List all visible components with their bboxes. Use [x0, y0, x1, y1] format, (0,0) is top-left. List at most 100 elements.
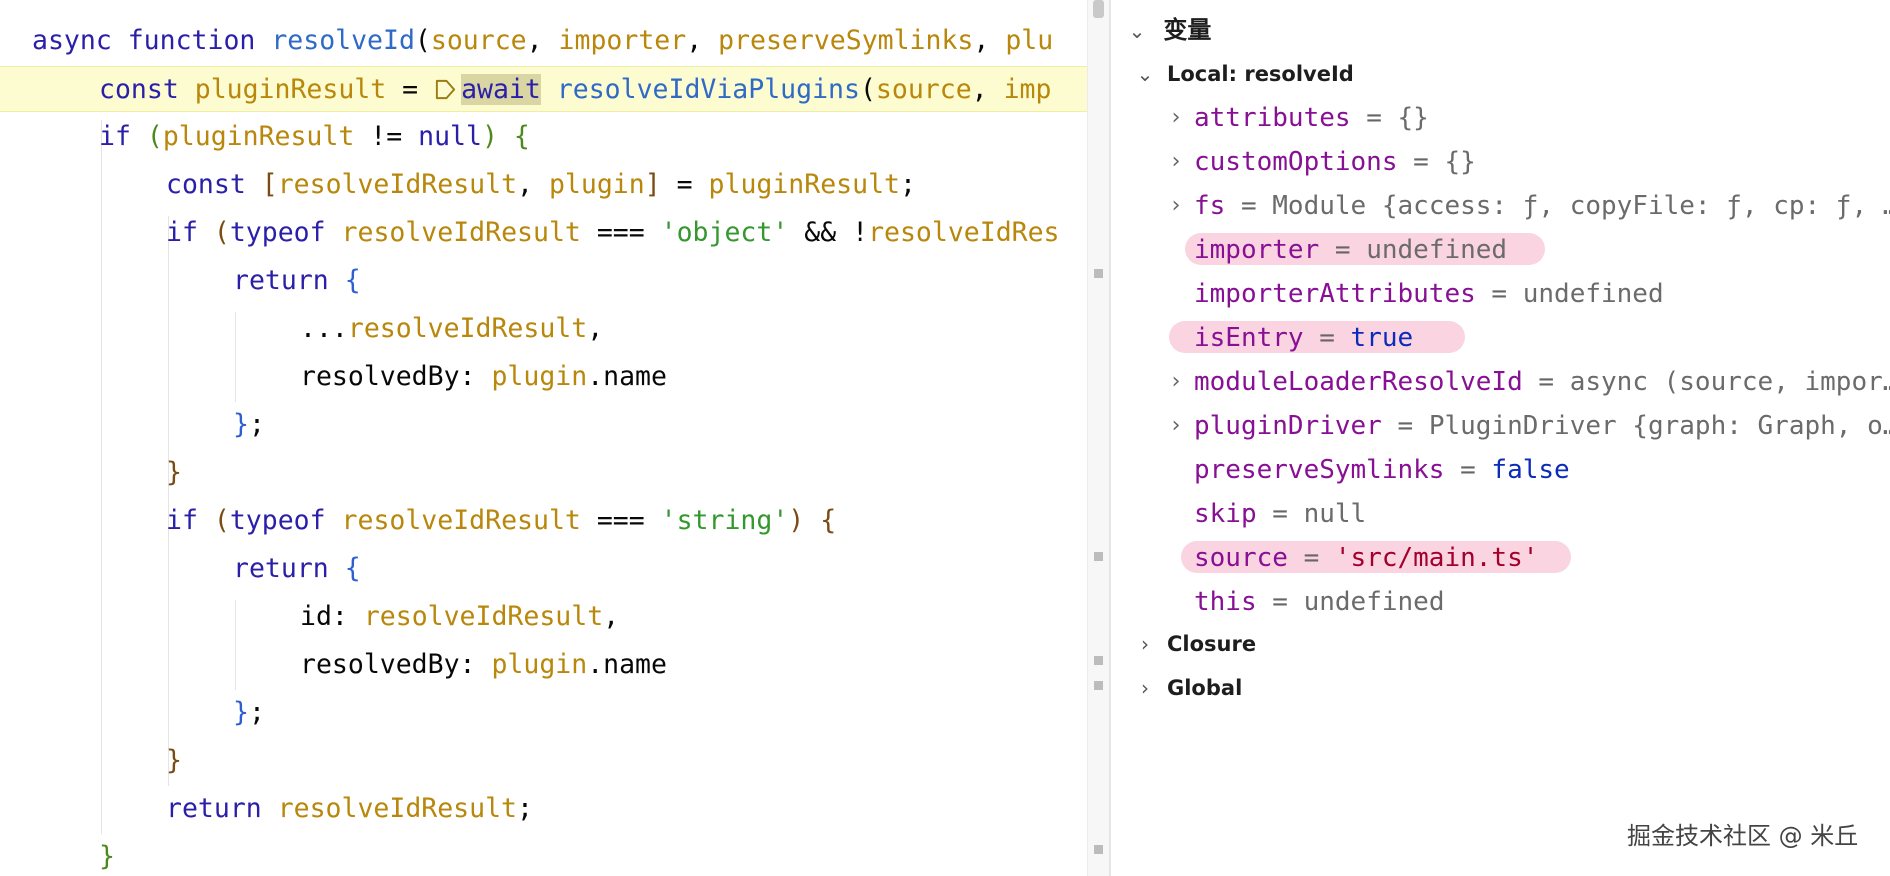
equals-sign: = [1475, 279, 1523, 309]
variable-row-customoptions[interactable]: › customOptions = {} [1172, 140, 1476, 184]
code-token: if [166, 505, 214, 536]
code-editor[interactable]: async function resolveId(source, importe… [0, 0, 1087, 876]
code-token: { [344, 265, 361, 296]
code-line[interactable]: } [0, 450, 1087, 496]
code-token: === [580, 505, 661, 536]
variable-row-importerattributes[interactable]: importerAttributes = undefined [1194, 272, 1664, 316]
code-token: resolveId [271, 25, 415, 56]
code-token: ; [248, 409, 265, 440]
code-line[interactable]: if (pluginResult != null) { [0, 114, 1087, 160]
variable-row-skip[interactable]: skip = null [1194, 492, 1366, 536]
chevron-right-icon[interactable]: › [1164, 360, 1188, 404]
code-token: typeof [229, 505, 342, 536]
code-token: ; [248, 697, 265, 728]
code-token: ( [414, 25, 431, 56]
code-token: } [166, 457, 182, 488]
code-token: resolveIdResult [363, 601, 604, 632]
variable-value: async (source, impor… [1569, 367, 1890, 397]
code-token: pluginResult [162, 121, 355, 152]
variable-row-plugindriver[interactable]: › pluginDriver = PluginDriver {graph: Gra… [1172, 404, 1890, 448]
code-token: != [354, 121, 419, 152]
variable-name: importerAttributes [1194, 279, 1476, 309]
code-line[interactable]: async function resolveId(source, importe… [0, 18, 1087, 64]
variables-header[interactable]: ⌄ 变量 [1125, 10, 1212, 51]
variable-value: undefined [1303, 587, 1445, 617]
scope-closure[interactable]: › Closure [1133, 622, 1256, 666]
code-token: return [233, 553, 345, 584]
code-token: && ! [788, 217, 869, 248]
code-line[interactable]: } [0, 834, 1087, 876]
code-token: await [461, 74, 541, 105]
chevron-right-icon[interactable]: › [1133, 666, 1157, 710]
editor-scroll-strip[interactable] [1087, 0, 1110, 876]
code-token: return [233, 265, 345, 296]
chevron-down-icon[interactable]: ⌄ [1125, 11, 1149, 51]
code-line[interactable]: }; [0, 402, 1087, 448]
chevron-down-icon[interactable]: ⌄ [1133, 52, 1157, 96]
code-line-current[interactable]: const pluginResult = await resolveIdViaP… [0, 66, 1087, 112]
variable-row-fs[interactable]: › fs = Module {access: ƒ, copyFile: ƒ, cp… [1172, 184, 1890, 228]
code-token: { [513, 121, 530, 152]
variable-row-preservesymlinks[interactable]: preserveSymlinks = false [1194, 448, 1570, 492]
code-token: async function [32, 25, 272, 56]
code-token: importer [558, 25, 687, 56]
code-text: async function resolveId(source, importe… [32, 18, 1053, 64]
code-token: 'string' [660, 505, 789, 536]
code-token: typeof [229, 217, 342, 248]
code-text: } [99, 834, 115, 876]
variable-row-importer[interactable]: importer = undefined [1194, 228, 1507, 272]
code-token: ( [213, 505, 230, 536]
code-token: plugin [491, 649, 588, 680]
code-line[interactable]: resolvedBy: plugin.name [0, 354, 1087, 400]
code-line[interactable]: const [resolveIdResult, plugin] = plugin… [0, 162, 1087, 208]
chevron-right-icon[interactable]: › [1133, 622, 1157, 666]
scroll-marker [1094, 656, 1103, 665]
variable-value: undefined [1522, 279, 1664, 309]
code-line[interactable]: resolvedBy: plugin.name [0, 642, 1087, 688]
code-line[interactable]: ...resolveIdResult, [0, 306, 1087, 352]
code-line[interactable]: id: resolveIdResult, [0, 594, 1087, 640]
variable-row-isentry[interactable]: isEntry = true [1194, 316, 1413, 360]
variables-pane: ⌄ 变量 ⌄ Local: resolveId › attributes = {} ›… [1111, 0, 1890, 876]
variable-name: customOptions [1194, 147, 1398, 177]
code-token: resolveIdRes [868, 217, 1060, 248]
variable-row-source[interactable]: source = 'src/main.ts' [1194, 536, 1538, 580]
variable-row-moduleloaderresolveid[interactable]: › moduleLoaderResolveId = async (source, … [1172, 360, 1890, 404]
chevron-right-icon[interactable]: › [1164, 96, 1188, 140]
code-line[interactable]: }; [0, 690, 1087, 736]
code-line[interactable]: if (typeof resolveIdResult === 'string')… [0, 498, 1087, 544]
code-token: ( [213, 217, 230, 248]
code-token: } [233, 697, 249, 728]
chevron-right-icon[interactable]: › [1164, 404, 1188, 448]
code-token: , [603, 601, 620, 632]
chevron-right-icon[interactable]: › [1164, 184, 1188, 228]
code-line[interactable]: if (typeof resolveIdResult === 'object' … [0, 210, 1087, 256]
variable-value: PluginDriver {graph: Graph, o… [1428, 411, 1890, 441]
variables-title: 变量 [1163, 16, 1212, 44]
variable-row-this[interactable]: this = undefined [1194, 580, 1444, 624]
equals-sign: = [1444, 455, 1492, 485]
variable-row-attributes[interactable]: › attributes = {} [1172, 96, 1429, 140]
code-token: = [660, 169, 709, 200]
code-line[interactable]: return resolveIdResult; [0, 786, 1087, 832]
scope-global[interactable]: › Global [1133, 666, 1242, 710]
code-line[interactable]: } [0, 738, 1087, 784]
scroll-thumb[interactable] [1093, 0, 1104, 18]
equals-sign: = [1256, 499, 1304, 529]
execution-point-icon[interactable] [434, 78, 457, 101]
frame-local[interactable]: ⌄ Local: resolveId [1133, 52, 1354, 96]
equals-sign: = [1256, 587, 1304, 617]
code-token: , [587, 313, 604, 344]
code-line[interactable]: return { [0, 258, 1087, 304]
equals-sign: = [1381, 411, 1429, 441]
code-token: const [166, 169, 262, 200]
code-token: plugin [491, 361, 588, 392]
code-text: if (typeof resolveIdResult === 'object' … [166, 210, 1060, 256]
code-token: ) [481, 121, 498, 152]
equals-sign: = [1397, 147, 1445, 177]
chevron-right-icon[interactable]: › [1164, 140, 1188, 184]
code-line[interactable]: return { [0, 546, 1087, 592]
variable-name: moduleLoaderResolveId [1194, 367, 1523, 397]
